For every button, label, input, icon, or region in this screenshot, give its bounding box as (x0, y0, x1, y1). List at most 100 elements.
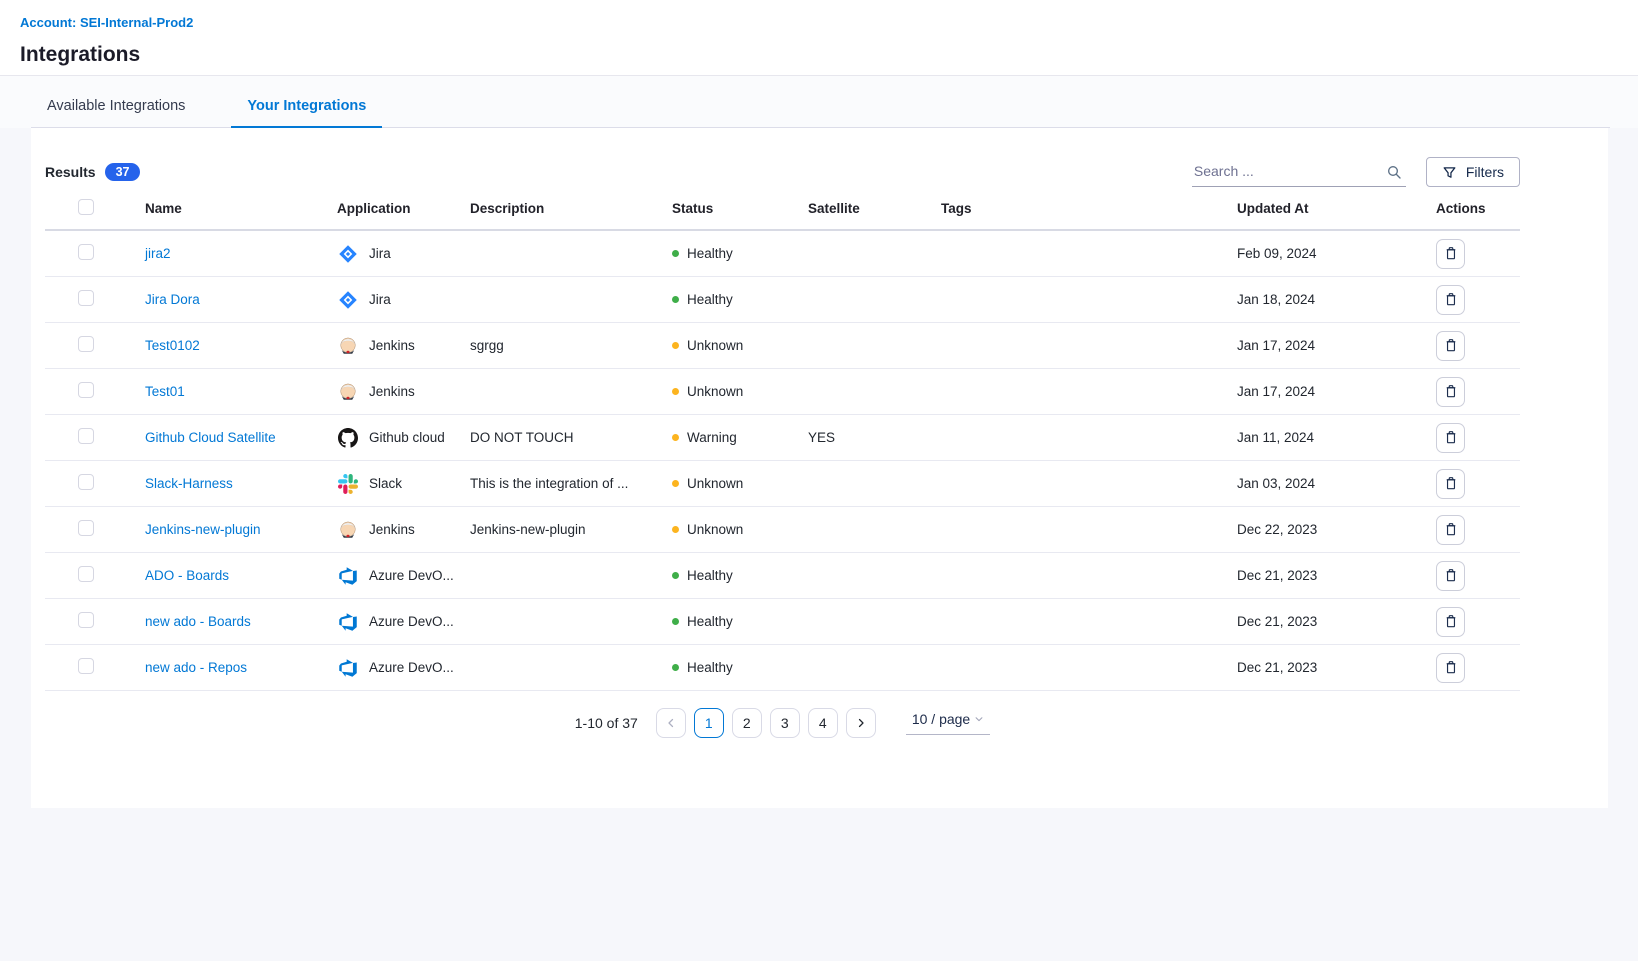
page-title: Integrations (20, 43, 1638, 67)
tab-your-integrations[interactable]: Your Integrations (231, 98, 382, 128)
status-dot (672, 250, 679, 257)
status-dot (672, 526, 679, 533)
delete-button[interactable] (1436, 377, 1465, 407)
tab-available-integrations[interactable]: Available Integrations (31, 98, 201, 128)
row-checkbox[interactable] (78, 244, 94, 260)
search-input[interactable] (1192, 159, 1406, 187)
pagination: 1-10 of 37 1234 10 / page (45, 708, 1520, 781)
column-header-updated-at: Updated At (1237, 201, 1436, 216)
integration-name-link[interactable]: Test0102 (145, 338, 200, 353)
application-label: Jira (369, 246, 391, 261)
table-row: Slack-Harness Slack This is the integrat… (45, 461, 1520, 507)
table-row: new ado - Boards Azure DevO... Healthy D… (45, 599, 1520, 645)
azure-devops-icon (337, 611, 359, 633)
row-checkbox[interactable] (78, 474, 94, 490)
status-label: Unknown (687, 384, 743, 399)
updated-at-cell: Jan 18, 2024 (1237, 292, 1436, 307)
delete-button[interactable] (1436, 423, 1465, 453)
column-header-actions: Actions (1436, 201, 1520, 216)
status-label: Unknown (687, 338, 743, 353)
delete-button[interactable] (1436, 515, 1465, 545)
previous-page-button[interactable] (656, 708, 686, 738)
integration-name-link[interactable]: Test01 (145, 384, 185, 399)
page-size-select[interactable]: 10 / page (906, 711, 990, 735)
row-checkbox[interactable] (78, 520, 94, 536)
application-label: Jenkins (369, 522, 415, 537)
status-dot (672, 342, 679, 349)
row-checkbox[interactable] (78, 382, 94, 398)
row-checkbox[interactable] (78, 566, 94, 582)
status-label: Healthy (687, 568, 733, 583)
description-cell: DO NOT TOUCH (470, 430, 672, 445)
delete-button[interactable] (1436, 653, 1465, 683)
application-label: Jira (369, 292, 391, 307)
integration-name-link[interactable]: new ado - Boards (145, 614, 251, 629)
delete-button[interactable] (1436, 561, 1465, 591)
jenkins-icon (337, 381, 359, 403)
integration-name-link[interactable]: ADO - Boards (145, 568, 229, 583)
table-row: Github Cloud Satellite Github cloud DO N… (45, 415, 1520, 461)
trash-icon (1444, 246, 1458, 261)
page-button-3[interactable]: 3 (770, 708, 800, 738)
delete-button[interactable] (1436, 607, 1465, 637)
row-checkbox[interactable] (78, 336, 94, 352)
delete-button[interactable] (1436, 239, 1465, 269)
delete-button[interactable] (1436, 469, 1465, 499)
updated-at-cell: Dec 21, 2023 (1237, 660, 1436, 675)
trash-icon (1444, 614, 1458, 629)
updated-at-cell: Jan 17, 2024 (1237, 338, 1436, 353)
application-label: Azure DevO... (369, 660, 454, 675)
table-row: Test01 Jenkins Unknown Jan 17, 2024 (45, 369, 1520, 415)
tab-bar: Available Integrations Your Integrations (0, 76, 1638, 128)
integration-name-link[interactable]: Slack-Harness (145, 476, 233, 491)
integration-name-link[interactable]: jira2 (145, 246, 171, 261)
select-all-checkbox[interactable] (78, 199, 94, 215)
account-link[interactable]: Account: SEI-Internal-Prod2 (20, 15, 193, 30)
page-button-4[interactable]: 4 (808, 708, 838, 738)
status-dot (672, 434, 679, 441)
integration-name-link[interactable]: Jira Dora (145, 292, 200, 307)
pagination-range-label: 1-10 of 37 (575, 715, 638, 731)
integration-name-link[interactable]: new ado - Repos (145, 660, 247, 675)
next-page-button[interactable] (846, 708, 876, 738)
page-button-1[interactable]: 1 (694, 708, 724, 738)
updated-at-cell: Dec 21, 2023 (1237, 614, 1436, 629)
status-label: Healthy (687, 614, 733, 629)
results-count-badge: 37 (105, 163, 141, 182)
table-row: jira2 Jira Healthy Feb 09, 2024 (45, 231, 1520, 277)
status-label: Unknown (687, 476, 743, 491)
jira-icon (337, 289, 359, 311)
page-size-label: 10 / page (912, 711, 970, 727)
azure-devops-icon (337, 657, 359, 679)
github-icon (337, 427, 359, 449)
table-header-row: Name Application Description Status Sate… (45, 187, 1520, 231)
column-header-description: Description (470, 201, 672, 216)
delete-button[interactable] (1436, 285, 1465, 315)
updated-at-cell: Dec 22, 2023 (1237, 522, 1436, 537)
row-checkbox[interactable] (78, 658, 94, 674)
status-dot (672, 664, 679, 671)
delete-button[interactable] (1436, 331, 1465, 361)
trash-icon (1444, 384, 1458, 399)
status-label: Healthy (687, 246, 733, 261)
row-checkbox[interactable] (78, 612, 94, 628)
jenkins-icon (337, 519, 359, 541)
toolbar: Results 37 Filters (45, 128, 1520, 187)
updated-at-cell: Jan 03, 2024 (1237, 476, 1436, 491)
top-header: Account: SEI-Internal-Prod2 Integrations (0, 0, 1638, 76)
updated-at-cell: Jan 11, 2024 (1237, 430, 1436, 445)
application-label: Azure DevO... (369, 568, 454, 583)
slack-icon (337, 473, 359, 495)
row-checkbox[interactable] (78, 290, 94, 306)
integrations-table: Name Application Description Status Sate… (45, 187, 1520, 691)
trash-icon (1444, 292, 1458, 307)
integration-name-link[interactable]: Github Cloud Satellite (145, 430, 276, 445)
chevron-down-icon (974, 714, 984, 724)
updated-at-cell: Feb 09, 2024 (1237, 246, 1436, 261)
page-button-2[interactable]: 2 (732, 708, 762, 738)
integration-name-link[interactable]: Jenkins-new-plugin (145, 522, 261, 537)
row-checkbox[interactable] (78, 428, 94, 444)
trash-icon (1444, 430, 1458, 445)
filters-button[interactable]: Filters (1426, 157, 1520, 187)
application-label: Jenkins (369, 338, 415, 353)
